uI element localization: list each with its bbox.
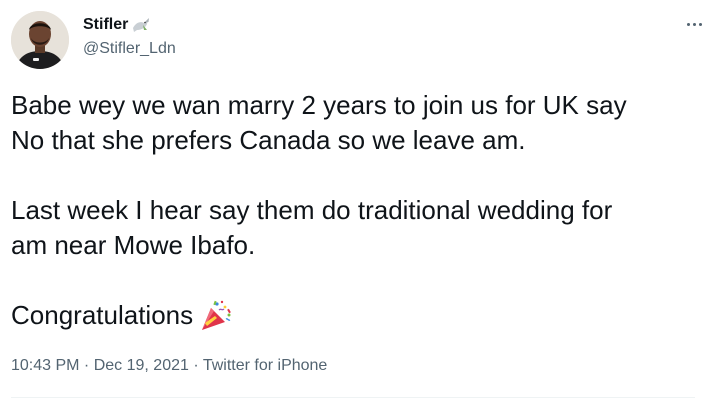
divider	[11, 397, 695, 398]
tweet-card: Stifler @Stifler_Ldn Babe wey we wan mar…	[0, 0, 706, 401]
handle[interactable]: @Stifler_Ldn	[83, 40, 176, 58]
tweet-line: Babe wey we wan marry 2 years to join us…	[11, 90, 627, 120]
tweet-text: Babe wey we wan marry 2 years to join us…	[11, 88, 701, 333]
tweet-time[interactable]: 10:43 PM	[11, 357, 79, 374]
tweet-line: am near Mowe Ibafo.	[11, 230, 256, 260]
display-name-row[interactable]: Stifler	[83, 14, 151, 36]
tweet-date[interactable]: Dec 19, 2021	[94, 357, 189, 374]
avatar-image	[11, 11, 69, 69]
tweet-line-congrats: Congratulations	[11, 298, 701, 333]
meta-separator: ·	[188, 357, 203, 374]
tweet-meta: 10:43 PM · Dec 19, 2021 · Twitter for iP…	[11, 357, 327, 375]
tweet-line: No that she prefers Canada so we leave a…	[11, 125, 526, 155]
more-icon[interactable]	[684, 14, 704, 34]
party-popper-icon	[198, 299, 234, 333]
meta-separator: ·	[79, 357, 94, 374]
display-name[interactable]: Stifler	[83, 16, 128, 34]
tweet-source: Twitter for iPhone	[202, 357, 328, 374]
dove-icon	[131, 16, 151, 34]
congrats-text: Congratulations	[11, 300, 194, 330]
avatar[interactable]	[11, 11, 69, 69]
tweet-line: Last week I hear say them do traditional…	[11, 195, 613, 225]
